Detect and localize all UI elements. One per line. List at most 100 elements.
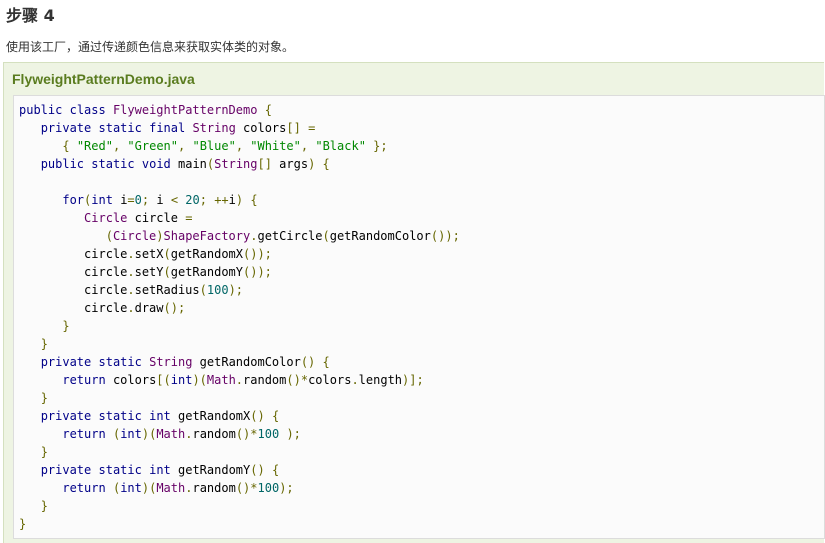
code-token: 20 [185,193,200,207]
code-token: args [271,157,309,171]
code-token: static [98,409,142,423]
code-token: void [141,157,171,171]
code-token: ; [199,193,207,207]
code-line: (Circle)ShapeFactory.getCircle(getRandom… [19,227,824,245]
code-line: circle.setRadius(100); [19,281,824,299]
code-token: }; [373,139,388,153]
code-token: "Red" [76,139,113,153]
code-token: "Black" [315,139,366,153]
code-token: circle [19,301,128,315]
code-token: } [40,499,48,513]
code-token: ++ [214,193,229,207]
code-token: ()* [235,481,258,495]
code-token: 100 [206,283,229,297]
code-token: private [40,355,92,369]
code-token: "Green" [127,139,178,153]
code-token: static [91,157,135,171]
code-line: return (int)(Math.random()*100); [19,479,824,497]
code-token: colors [105,373,157,387]
code-token: "White" [250,139,301,153]
code-token: } [40,391,48,405]
code-token: () [300,355,316,369]
code-token: String [149,355,193,369]
code-token: i [112,193,128,207]
code-token: (); [163,301,186,315]
code-line: for(int i=0; i < 20; ++i) { [19,191,824,209]
code-token: { [271,409,280,423]
code-token: [] [257,157,272,171]
code-line: return colors[(int)(Math.random()*colors… [19,371,824,389]
code-token: ); [279,481,294,495]
code-token: random [243,373,287,387]
step-heading: 步骤 4 [6,6,55,25]
code-token: . [127,301,135,315]
code-token: for [62,193,85,207]
code-token: getRandomY [170,265,243,279]
code-token: = [308,121,316,135]
code-token: 100 [257,481,280,495]
code-token: return [62,481,106,495]
code-token: circle [19,283,128,297]
code-token: [( [156,373,171,387]
step-description: 使用该工厂，通过传递颜色信息来获取实体类的对象。 [6,40,295,54]
code-token: Math [206,373,236,387]
code-token: int [120,481,142,495]
code-token: )]; [402,373,424,387]
code-token: () [250,463,265,477]
code-line: Circle circle = [19,209,824,227]
code-token: Circle [84,211,128,225]
code-file-title: FlyweightPatternDemo.java [12,71,195,87]
code-token: ( [105,229,113,243]
code-token: ( [163,247,171,261]
code-token: static [98,355,142,369]
code-token: colors [308,373,352,387]
code-token: String [192,121,236,135]
code-token: = [127,193,135,207]
code-token: draw [134,301,164,315]
code-line: } [19,389,824,407]
code-block[interactable]: public class FlyweightPatternDemo { priv… [13,95,825,539]
code-token: } [40,337,48,351]
code-line: } [19,335,824,353]
code-token: ShapeFactory [163,229,251,243]
code-token: random [192,481,236,495]
code-token: . [235,373,244,387]
code-token: } [40,445,48,459]
code-token: getRandomColor [192,355,301,369]
code-token: { [322,355,330,369]
code-token: )( [141,481,157,495]
code-token: ()); [243,247,272,261]
code-line: } [19,443,824,461]
code-token: [] [286,121,301,135]
code-token: public [40,157,85,171]
code-token: ); [286,427,301,441]
code-token: int [149,409,171,423]
code-token: i [228,193,236,207]
code-line: circle.setY(getRandomY()); [19,263,824,281]
code-token: ); [228,283,244,297]
code-token: random [192,427,236,441]
code-token: "Blue" [192,139,236,153]
code-token: setX [134,247,164,261]
code-token: getRandomColor [329,229,431,243]
code-token: ()); [243,265,272,279]
code-token: . [351,373,359,387]
